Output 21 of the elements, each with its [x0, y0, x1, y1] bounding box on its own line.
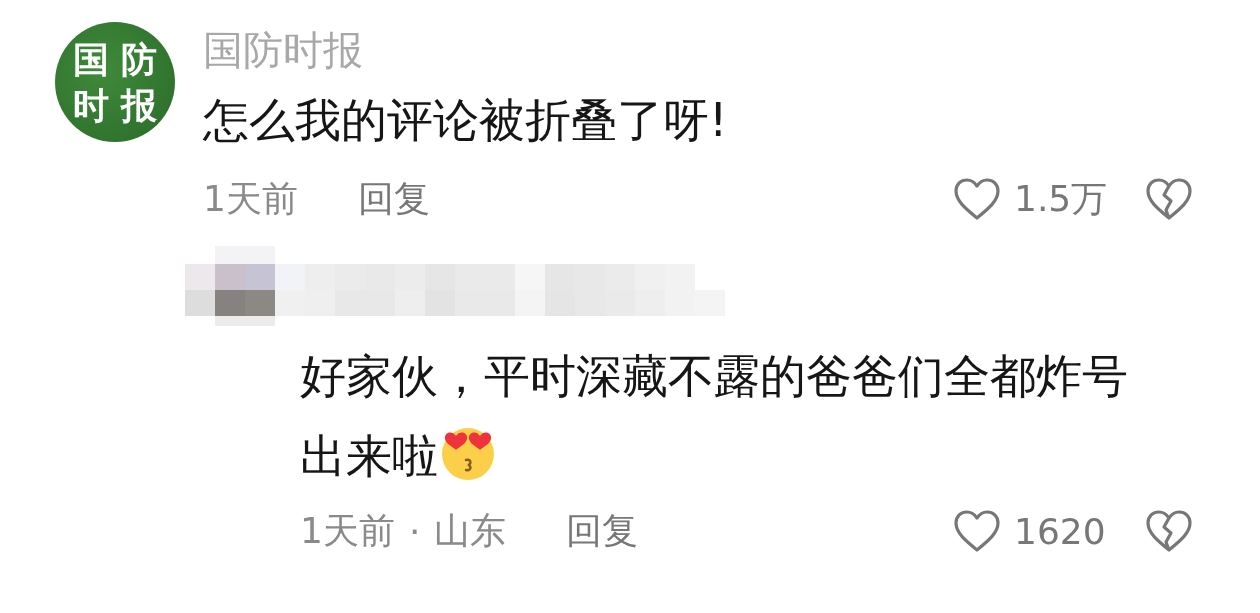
like-heart-icon[interactable]: [952, 177, 1002, 221]
separator-dot: ·: [408, 510, 421, 552]
like-count: 1620: [1014, 510, 1107, 552]
reply-text-line: 好家伙，平时深藏不露的爸爸们全都炸号: [300, 349, 1128, 403]
author-name[interactable]: 国防时报: [203, 28, 1196, 72]
reply-button[interactable]: 回复: [357, 174, 430, 224]
like-count: 1.5万: [1014, 176, 1109, 221]
broken-heart-icon[interactable]: [1144, 509, 1194, 553]
reply-time: 1天前: [300, 508, 395, 553]
like-heart-icon[interactable]: [952, 509, 1002, 553]
reply-button[interactable]: 回复: [566, 506, 639, 556]
broken-heart-icon[interactable]: [1144, 177, 1194, 221]
logo-character: 防: [120, 37, 158, 82]
logo-character: 国: [72, 37, 110, 82]
comment-time: 1天前: [203, 176, 298, 221]
reply-location: 山东: [434, 508, 507, 553]
comment-text: 怎么我的评论被折叠了呀!: [203, 92, 729, 148]
logo-character: 时: [72, 83, 110, 128]
avatar-logo[interactable]: 国 防 时 报: [55, 22, 175, 142]
reply-text-line: 出来啦: [300, 429, 438, 483]
logo-character: 报: [119, 83, 158, 128]
